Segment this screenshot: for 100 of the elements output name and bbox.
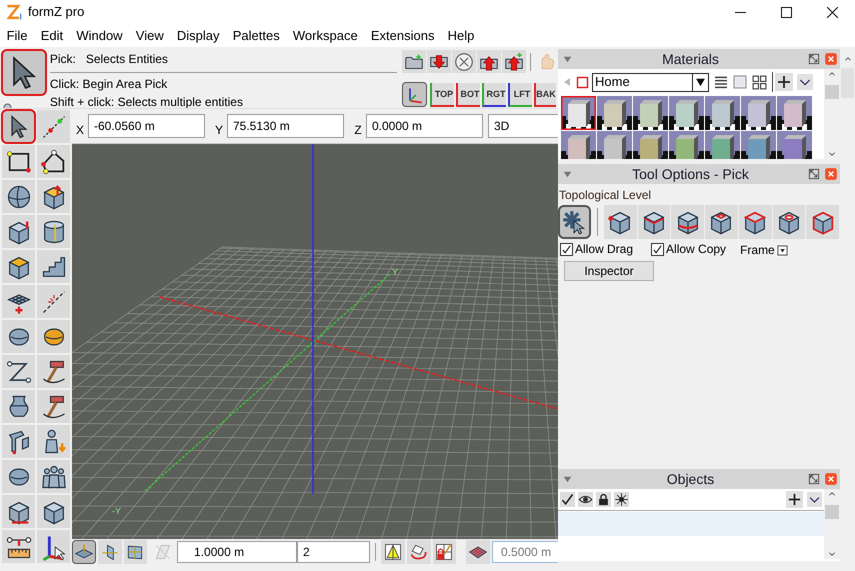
check-icon <box>561 244 572 254</box>
viewport[interactable]: Y -Y <box>72 144 558 539</box>
menu-item[interactable]: Workspace <box>286 26 364 46</box>
grid-spacing-field[interactable]: 0.5000 m <box>492 540 558 562</box>
close-panel-button[interactable] <box>824 472 838 486</box>
add-button[interactable] <box>786 491 803 508</box>
list-view-button[interactable] <box>713 74 729 90</box>
grid-view-button[interactable] <box>751 74 768 90</box>
menu-item[interactable]: Edit <box>34 26 70 46</box>
material-swatch[interactable] <box>741 96 776 130</box>
options-button[interactable] <box>807 492 822 507</box>
inspector-button[interactable]: Inspector <box>564 261 654 281</box>
grid-count-field[interactable]: 2 <box>297 540 370 562</box>
undock-button[interactable] <box>807 472 821 486</box>
material-swatch[interactable] <box>561 131 596 159</box>
view-button[interactable]: BAK <box>534 82 556 106</box>
checkbox[interactable] <box>651 242 664 256</box>
grid-plane-button[interactable] <box>72 540 96 564</box>
topology-level-button[interactable] <box>558 205 591 239</box>
undock-icon <box>807 52 821 66</box>
menu-item[interactable]: View <box>129 26 170 46</box>
topology-level-button[interactable] <box>705 205 738 239</box>
mesh-button[interactable] <box>466 540 490 564</box>
view-mode-field[interactable]: 3D <box>488 114 558 138</box>
coordinate-field[interactable]: 75.5130 m <box>227 114 344 138</box>
topology-level-button[interactable] <box>738 205 772 239</box>
material-swatch[interactable] <box>669 96 704 130</box>
material-swatch[interactable] <box>777 96 812 130</box>
scroll-thumb[interactable] <box>825 505 839 519</box>
export-button[interactable] <box>502 50 526 73</box>
view-button[interactable]: TOP <box>430 82 454 106</box>
snap-button[interactable] <box>381 540 405 564</box>
library-dropdown[interactable]: Home <box>592 72 709 92</box>
options-button[interactable] <box>797 74 813 90</box>
lock-button[interactable] <box>432 540 456 564</box>
material-swatch[interactable] <box>705 96 740 130</box>
view-button[interactable]: RGT <box>482 82 506 106</box>
frame-dropdown[interactable]: Frame <box>740 239 788 259</box>
material-swatch[interactable] <box>633 131 668 159</box>
material-swatch[interactable] <box>597 96 632 130</box>
coordinate-label: Y <box>214 122 224 139</box>
material-swatch[interactable] <box>705 131 740 159</box>
topology-level-button[interactable] <box>638 205 670 239</box>
export-button[interactable] <box>477 50 501 73</box>
new-folder-button[interactable] <box>402 50 426 73</box>
coordinate-label: X <box>74 122 85 139</box>
vertical-plane-icon <box>100 542 120 562</box>
circle-x-icon <box>453 50 475 72</box>
material-swatch[interactable] <box>597 131 632 159</box>
scrollbar[interactable] <box>824 489 840 559</box>
checkbox-label: Allow Copy <box>666 241 726 258</box>
panel-title: Materials <box>661 50 720 68</box>
topology-level-button[interactable] <box>806 205 840 239</box>
topology-level-button[interactable] <box>604 205 637 239</box>
material-swatch[interactable] <box>741 131 776 159</box>
axonometric-view-button[interactable] <box>402 82 427 107</box>
import-button[interactable] <box>427 50 451 73</box>
close-icon <box>824 52 838 66</box>
add-button[interactable] <box>775 73 793 91</box>
grid-plane-button[interactable] <box>98 540 122 564</box>
close-panel-button[interactable] <box>824 167 838 181</box>
close-panel-button[interactable] <box>824 52 838 66</box>
rotate-button[interactable] <box>406 540 431 564</box>
grid-plane-button[interactable] <box>124 540 148 564</box>
dropdown-icon <box>776 244 788 256</box>
topology-level-button[interactable] <box>671 205 704 239</box>
current-tool-button[interactable] <box>1 49 47 96</box>
undock-button[interactable] <box>807 167 821 181</box>
lock-icon <box>434 542 454 562</box>
topology-level-button[interactable] <box>772 205 806 239</box>
menu-item[interactable]: Help <box>441 26 481 46</box>
coordinate-field[interactable]: 0.0000 m <box>366 114 483 138</box>
scroll-thumb[interactable] <box>825 85 839 99</box>
view-button[interactable]: LFT <box>508 82 532 106</box>
menu-item[interactable]: Extensions <box>364 26 442 46</box>
menu-item[interactable]: Display <box>170 26 226 46</box>
coordinate-field[interactable]: -60.0560 m <box>88 114 205 138</box>
cancel-button[interactable] <box>452 50 476 73</box>
visibility-button[interactable] <box>578 492 593 507</box>
material-swatch[interactable] <box>561 96 596 130</box>
view-button[interactable]: BOT <box>456 82 480 106</box>
material-swatch[interactable] <box>633 96 668 130</box>
checkbox[interactable] <box>560 242 573 256</box>
plus-icon <box>786 491 803 508</box>
menu-item[interactable]: Window <box>70 26 130 46</box>
window-title: formZ pro <box>28 3 84 22</box>
material-swatch[interactable] <box>669 131 704 159</box>
grid-size-field[interactable]: 1.0000 m <box>177 540 298 562</box>
tool-button[interactable] <box>1 109 36 144</box>
menu-item[interactable]: File <box>0 26 34 46</box>
check-button[interactable] <box>560 492 575 507</box>
list-icon <box>713 74 729 90</box>
checkbox-label: Allow Drag <box>575 241 634 258</box>
undock-button[interactable] <box>807 52 821 66</box>
lock-button[interactable] <box>596 492 611 507</box>
maximize-icon <box>780 7 792 18</box>
scroll-thumb[interactable] <box>841 68 854 98</box>
material-swatch[interactable] <box>777 131 812 159</box>
menu-item[interactable]: Palettes <box>226 26 286 46</box>
light-button[interactable] <box>614 492 629 507</box>
